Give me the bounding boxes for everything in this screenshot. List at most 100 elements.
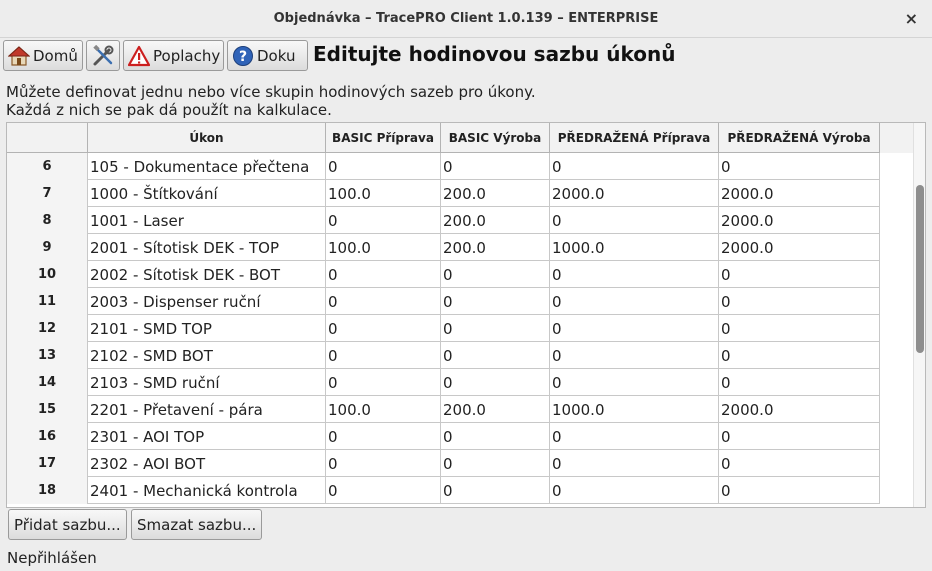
row-number: 13 bbox=[7, 342, 88, 369]
table-cell[interactable]: 0 bbox=[326, 261, 441, 288]
table-cell[interactable]: 2003 - Dispenser ruční bbox=[88, 288, 326, 315]
row-number: 17 bbox=[7, 450, 88, 477]
table-cell[interactable]: 0 bbox=[550, 450, 719, 477]
table-cell[interactable]: 0 bbox=[441, 423, 550, 450]
table-cell[interactable]: 2002 - Sítotisk DEK - BOT bbox=[88, 261, 326, 288]
table-cell[interactable]: 2301 - AOI TOP bbox=[88, 423, 326, 450]
vertical-scrollbar[interactable] bbox=[913, 123, 925, 507]
table-cell[interactable]: 0 bbox=[441, 288, 550, 315]
table-cell[interactable]: 100.0 bbox=[326, 396, 441, 423]
table-cell[interactable]: 200.0 bbox=[441, 234, 550, 261]
rates-table[interactable]: 5104 - Kontrola hmatková00006105 - Dokum… bbox=[6, 122, 926, 508]
table-cell[interactable]: 0 bbox=[550, 207, 719, 234]
table-cell[interactable]: 0 bbox=[326, 342, 441, 369]
table-cell[interactable]: 100.0 bbox=[326, 180, 441, 207]
table-row[interactable]: 14 2103 - SMD ruční 0 0 0 0 bbox=[7, 369, 880, 396]
table-row[interactable]: 10 2002 - Sítotisk DEK - BOT 0 0 0 0 bbox=[7, 261, 880, 288]
table-cell[interactable]: 2201 - Přetavení - pára bbox=[88, 396, 326, 423]
table-cell[interactable]: 0 bbox=[326, 477, 441, 504]
warning-icon bbox=[128, 45, 150, 66]
table-cell[interactable]: 1000 - Štítkování bbox=[88, 180, 326, 207]
table-cell[interactable]: 0 bbox=[326, 423, 441, 450]
table-cell[interactable]: 105 - Dokumentace přečtena bbox=[88, 153, 326, 180]
table-cell[interactable]: 0 bbox=[326, 369, 441, 396]
table-row[interactable]: 13 2102 - SMD BOT 0 0 0 0 bbox=[7, 342, 880, 369]
table-cell[interactable]: 0 bbox=[326, 153, 441, 180]
table-cell[interactable]: 0 bbox=[441, 153, 550, 180]
table-cell[interactable]: 0 bbox=[719, 450, 880, 477]
table-cell[interactable]: 100.0 bbox=[326, 234, 441, 261]
house-icon bbox=[8, 45, 30, 66]
table-row[interactable]: 17 2302 - AOI BOT 0 0 0 0 bbox=[7, 450, 880, 477]
table-cell[interactable]: 2101 - SMD TOP bbox=[88, 315, 326, 342]
table-cell[interactable]: 2001 - Sítotisk DEK - TOP bbox=[88, 234, 326, 261]
table-cell[interactable]: 0 bbox=[719, 477, 880, 504]
table-row[interactable]: 12 2101 - SMD TOP 0 0 0 0 bbox=[7, 315, 880, 342]
table-row[interactable]: 18 2401 - Mechanická kontrola 0 0 0 0 bbox=[7, 477, 880, 504]
table-cell[interactable]: 0 bbox=[441, 342, 550, 369]
table-cell[interactable]: 0 bbox=[550, 477, 719, 504]
table-cell[interactable]: 0 bbox=[550, 342, 719, 369]
add-rate-button[interactable]: Přidat sazbu... bbox=[8, 509, 127, 540]
table-cell[interactable]: 2000.0 bbox=[719, 180, 880, 207]
table-row[interactable]: 16 2301 - AOI TOP 0 0 0 0 bbox=[7, 423, 880, 450]
table-cell[interactable]: 2000.0 bbox=[719, 234, 880, 261]
table-cell[interactable]: 0 bbox=[719, 288, 880, 315]
table-cell[interactable]: 0 bbox=[441, 369, 550, 396]
table-cell[interactable]: 0 bbox=[326, 315, 441, 342]
home-button[interactable]: Domů bbox=[3, 40, 83, 71]
table-cell[interactable]: 0 bbox=[550, 369, 719, 396]
table-row[interactable]: 9 2001 - Sítotisk DEK - TOP 100.0 200.0 1000… bbox=[7, 234, 880, 261]
table-cell[interactable]: 1001 - Laser bbox=[88, 207, 326, 234]
table-cell[interactable]: 0 bbox=[441, 261, 550, 288]
table-row[interactable]: 15 2201 - Přetavení - pára 100.0 200.0 1000.… bbox=[7, 396, 880, 423]
table-cell[interactable]: 1000.0 bbox=[550, 396, 719, 423]
table-cell[interactable]: 0 bbox=[719, 153, 880, 180]
tools-button[interactable] bbox=[86, 40, 120, 71]
table-cell[interactable]: 2102 - SMD BOT bbox=[88, 342, 326, 369]
window-titlebar: Objednávka – TracePRO Client 1.0.139 – E… bbox=[0, 0, 932, 38]
table-cell[interactable]: 2103 - SMD ruční bbox=[88, 369, 326, 396]
table-cell[interactable]: 0 bbox=[550, 261, 719, 288]
table-cell[interactable]: 0 bbox=[326, 450, 441, 477]
column-header[interactable]: PŘEDRAŽENÁ Výroba bbox=[719, 123, 880, 153]
table-cell[interactable]: 0 bbox=[550, 153, 719, 180]
table-row[interactable]: 11 2003 - Dispenser ruční 0 0 0 0 bbox=[7, 288, 880, 315]
table-cell[interactable]: 2000.0 bbox=[550, 180, 719, 207]
table-cell[interactable]: 0 bbox=[719, 261, 880, 288]
scrollbar-thumb[interactable] bbox=[916, 185, 924, 353]
column-header[interactable]: Úkon bbox=[88, 123, 326, 153]
table-cell[interactable]: 0 bbox=[550, 423, 719, 450]
docs-button[interactable]: ? Doku bbox=[227, 40, 308, 71]
table-row[interactable]: 8 1001 - Laser 0 200.0 0 2000.0 bbox=[7, 207, 880, 234]
column-header[interactable]: PŘEDRAŽENÁ Příprava bbox=[550, 123, 719, 153]
table-cell[interactable]: 2000.0 bbox=[719, 396, 880, 423]
table-row[interactable]: 6 105 - Dokumentace přečtena 0 0 0 0 bbox=[7, 153, 880, 180]
table-cell[interactable]: 0 bbox=[550, 315, 719, 342]
column-header[interactable]: BASIC Příprava bbox=[326, 123, 441, 153]
header-row-number[interactable] bbox=[7, 123, 88, 153]
table-row[interactable]: 7 1000 - Štítkování 100.0 200.0 2000.0 2000.0 bbox=[7, 180, 880, 207]
alarms-button[interactable]: Poplachy bbox=[123, 40, 224, 71]
table-cell[interactable]: 0 bbox=[719, 315, 880, 342]
close-icon[interactable]: × bbox=[905, 9, 918, 28]
table-cell[interactable]: 200.0 bbox=[441, 396, 550, 423]
column-header[interactable]: BASIC Výroba bbox=[441, 123, 550, 153]
table-cell[interactable]: 0 bbox=[719, 342, 880, 369]
table-cell[interactable]: 200.0 bbox=[441, 207, 550, 234]
description-line-1: Můžete definovat jednu nebo více skupin … bbox=[6, 83, 536, 101]
table-cell[interactable]: 0 bbox=[441, 315, 550, 342]
table-cell[interactable]: 1000.0 bbox=[550, 234, 719, 261]
table-cell[interactable]: 0 bbox=[719, 369, 880, 396]
table-cell[interactable]: 0 bbox=[441, 477, 550, 504]
table-cell[interactable]: 0 bbox=[550, 288, 719, 315]
table-cell[interactable]: 200.0 bbox=[441, 180, 550, 207]
table-cell[interactable]: 2302 - AOI BOT bbox=[88, 450, 326, 477]
table-cell[interactable]: 0 bbox=[441, 450, 550, 477]
table-cell[interactable]: 0 bbox=[719, 423, 880, 450]
table-cell[interactable]: 2401 - Mechanická kontrola bbox=[88, 477, 326, 504]
delete-rate-button[interactable]: Smazat sazbu... bbox=[131, 509, 263, 540]
table-cell[interactable]: 2000.0 bbox=[719, 207, 880, 234]
table-cell[interactable]: 0 bbox=[326, 207, 441, 234]
table-cell[interactable]: 0 bbox=[326, 288, 441, 315]
